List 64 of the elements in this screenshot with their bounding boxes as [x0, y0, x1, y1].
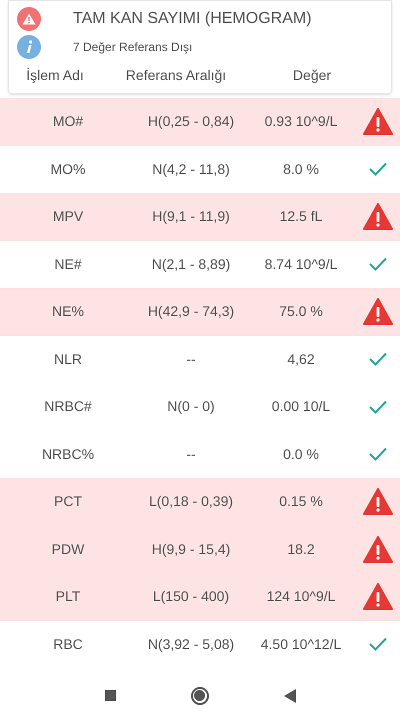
test-name: PDW [50, 540, 86, 559]
reference-range: N(4,2 - 11,8) [151, 160, 231, 179]
result-row[interactable]: PCT L(0,18 - 0,39) 0.15 % [0, 478, 400, 526]
reference-range: N(0 - 0) [166, 397, 216, 416]
result-value: 8.74 10^9/L [264, 254, 338, 274]
home-button[interactable] [190, 686, 208, 704]
check-icon [368, 161, 388, 178]
result-value: 75.0 % [278, 302, 324, 322]
test-name: MO# [52, 112, 84, 132]
result-value: 0.15 % [278, 492, 324, 512]
reference-range: H(9,1 - 11,9) [151, 207, 231, 226]
result-row[interactable]: NE% H(42,9 - 74,3) 75.0 % [0, 288, 400, 336]
result-value: 18.2 [286, 540, 316, 559]
warning-icon [363, 298, 393, 326]
reference-range: N(3,92 - 5,08) [146, 634, 236, 654]
report-title: TAM KAN SAYIMI (HEMOGRAM) [73, 9, 312, 29]
result-value: 0.00 10/L [270, 397, 332, 416]
reference-range: -- [185, 350, 197, 369]
warning-icon [363, 488, 393, 516]
check-icon [368, 636, 388, 652]
reference-range: N(2,1 - 8,89) [150, 254, 232, 274]
result-row[interactable]: MPV H(9,1 - 11,9) 12.5 fL [0, 193, 400, 240]
warning-icon [363, 536, 393, 563]
test-name: NRBC% [40, 444, 96, 464]
check-icon [368, 398, 388, 415]
test-name: MO% [50, 160, 86, 179]
result-row[interactable]: PDW H(9,9 - 15,4) 18.2 [0, 526, 400, 573]
test-name: NE% [51, 302, 85, 322]
warning-icon [363, 108, 393, 136]
test-name: PCT [53, 492, 83, 512]
result-value: 0.93 10^9/L [264, 112, 338, 132]
recents-button[interactable] [104, 690, 116, 701]
result-value: 124 10^9/L [266, 587, 336, 606]
check-icon [368, 256, 388, 272]
result-value: 0.0 % [282, 444, 320, 464]
test-name: NLR [52, 350, 83, 369]
column-header: İşlem Adı [25, 66, 85, 85]
reference-range: H(9,9 - 15,4) [150, 540, 232, 559]
reference-range: L(0,18 - 0,39) [148, 492, 234, 512]
result-value: 12.5 fL [278, 207, 324, 226]
result-row[interactable]: MO# H(0,25 - 0,84) 0.93 10^9/L [0, 98, 400, 146]
check-icon [368, 446, 388, 462]
test-name: NRBC# [43, 397, 93, 416]
report-subtitle: 7 Değer Referans Dışı [73, 39, 192, 56]
alert-icon [17, 7, 41, 31]
result-value: 4,62 [286, 350, 316, 369]
warning-icon [363, 203, 393, 230]
info-icon [17, 35, 41, 59]
result-value: 8.0 % [282, 160, 320, 179]
result-row[interactable]: PLT L(150 - 400) 124 10^9/L [0, 573, 400, 620]
reference-range: L(150 - 400) [152, 587, 230, 606]
warning-icon [363, 583, 393, 610]
result-value: 4.50 10^12/L [260, 634, 342, 654]
test-name: PLT [54, 587, 82, 606]
reference-range: -- [185, 444, 197, 464]
test-name: MPV [52, 207, 84, 226]
test-name: NE# [53, 254, 83, 274]
column-header: Değer [292, 66, 332, 85]
column-header: Referans Aralığı [124, 66, 228, 85]
back-button[interactable] [284, 688, 296, 702]
test-name: RBC [52, 634, 84, 654]
check-icon [368, 351, 388, 368]
reference-range: H(0,25 - 0,84) [146, 112, 236, 132]
reference-range: H(42,9 - 74,3) [146, 302, 236, 322]
